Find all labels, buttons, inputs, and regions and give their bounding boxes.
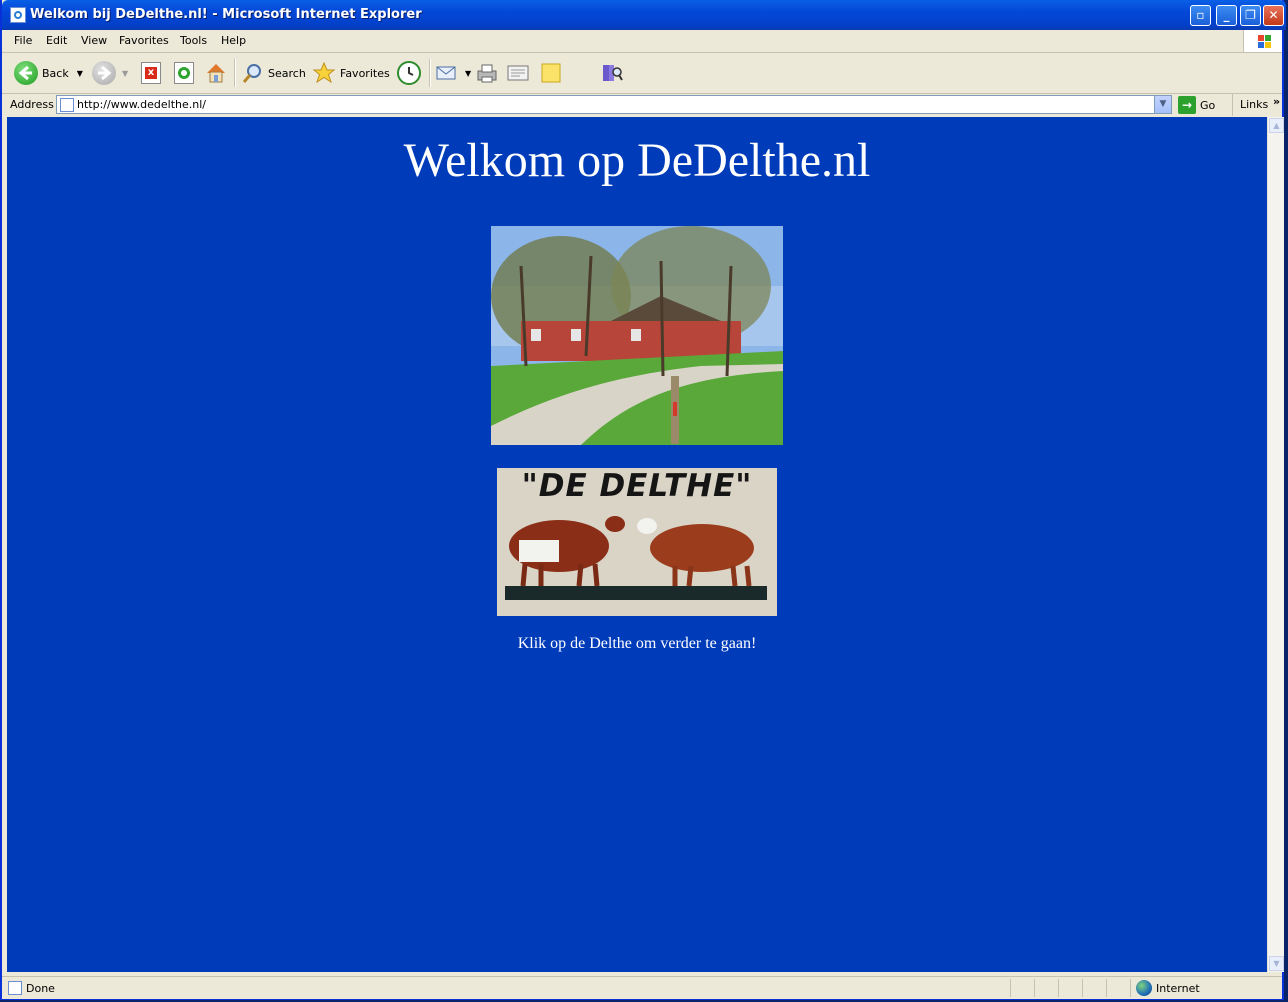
favorites-icon [312,61,336,84]
page-icon [60,98,74,112]
page-caption: Klik op de Delthe om verder te gaan! [517,635,757,652]
favorites-button[interactable]: Favorites [312,59,390,87]
menu-file[interactable]: File [14,34,32,47]
menu-edit[interactable]: Edit [46,34,67,47]
chevron-right-icon: » [1273,95,1281,108]
page-heading: Welkom op DeDelthe.nl [403,134,871,187]
menu-help[interactable]: Help [221,34,246,47]
mail-button[interactable]: ▼ [435,59,471,87]
zone-label: Internet [1156,981,1200,995]
links-label: Links [1240,98,1269,111]
go-arrow-icon: → [1178,96,1196,114]
standard-toolbar: Back ▼ ▼ x Search Favorites ▼ [2,53,1282,94]
address-input[interactable]: http://www.dedelthe.nl/ ▼ [56,95,1172,114]
page-status-icon [8,981,22,995]
print-button[interactable] [475,59,499,87]
home-button[interactable] [204,59,228,87]
minimize-button[interactable]: _ [1216,5,1237,26]
print-icon [477,64,497,83]
globe-icon [1136,980,1152,996]
go-button[interactable]: → Go [1178,96,1215,114]
forward-button[interactable]: ▼ [92,59,128,87]
mail-dropdown-icon[interactable]: ▼ [465,69,471,78]
windows-logo-icon [1243,30,1282,52]
vertical-scrollbar[interactable]: ▲ ▼ [1267,117,1284,972]
menu-tools[interactable]: Tools [180,34,207,47]
security-zone: Internet [1136,980,1200,996]
address-url: http://www.dedelthe.nl/ [77,98,207,111]
browser-window: Welkom bij DeDelthe.nl! - Microsoft Inte… [0,0,1286,1000]
stop-icon: x [141,62,161,84]
menu-favorites[interactable]: Favorites [119,34,169,47]
edit-button[interactable] [506,59,530,87]
address-dropdown-icon[interactable]: ▼ [1154,96,1171,113]
farm-photo [491,226,783,445]
links-button[interactable]: Links » [1232,94,1283,116]
address-bar: Address http://www.dedelthe.nl/ ▼ → Go L… [2,94,1282,116]
refresh-button[interactable] [174,59,194,87]
back-label: Back [42,66,69,80]
edit-icon [507,65,529,81]
extra-window-button[interactable]: ▫ [1190,5,1211,26]
mail-icon [436,66,456,80]
page-content: Welkom op DeDelthe.nl "DE DELTHE" Klik o… [7,117,1267,972]
refresh-icon [174,62,194,84]
address-label: Address [10,98,54,111]
back-icon [14,61,38,85]
go-label: Go [1200,98,1216,112]
search-icon [242,64,261,83]
search-button[interactable]: Search [240,59,306,87]
search-label: Search [268,66,306,80]
scroll-down-icon[interactable]: ▼ [1269,956,1284,971]
stop-button[interactable]: x [141,59,161,87]
back-dropdown-icon[interactable]: ▼ [77,69,83,78]
discuss-button[interactable] [539,59,563,87]
title-bar[interactable]: Welkom bij DeDelthe.nl! - Microsoft Inte… [2,0,1286,30]
status-bar: Done Internet [2,976,1282,999]
back-button[interactable]: Back ▼ [14,59,83,87]
scroll-up-icon[interactable]: ▲ [1269,118,1284,133]
menu-bar: File Edit View Favorites Tools Help [2,30,1282,53]
favorites-label: Favorites [340,66,390,80]
status-label: Done [26,981,55,995]
history-icon [397,61,421,85]
discuss-icon [541,63,561,83]
menu-view[interactable]: View [81,34,107,47]
ie-page-icon [10,7,26,23]
maximize-button[interactable]: ❐ [1240,5,1261,26]
forward-dropdown-icon[interactable]: ▼ [122,69,128,78]
window-title: Welkom bij DeDelthe.nl! - Microsoft Inte… [30,7,422,22]
close-button[interactable]: ✕ [1263,5,1284,26]
research-button[interactable] [600,59,624,87]
sign-title: "DE DELTHE" [521,468,753,504]
research-icon [603,65,623,81]
de-delthe-sign-link[interactable]: "DE DELTHE" [497,468,777,616]
status-text: Done [8,981,55,995]
home-icon [207,64,225,83]
history-button[interactable] [397,59,421,87]
forward-icon [92,61,116,85]
